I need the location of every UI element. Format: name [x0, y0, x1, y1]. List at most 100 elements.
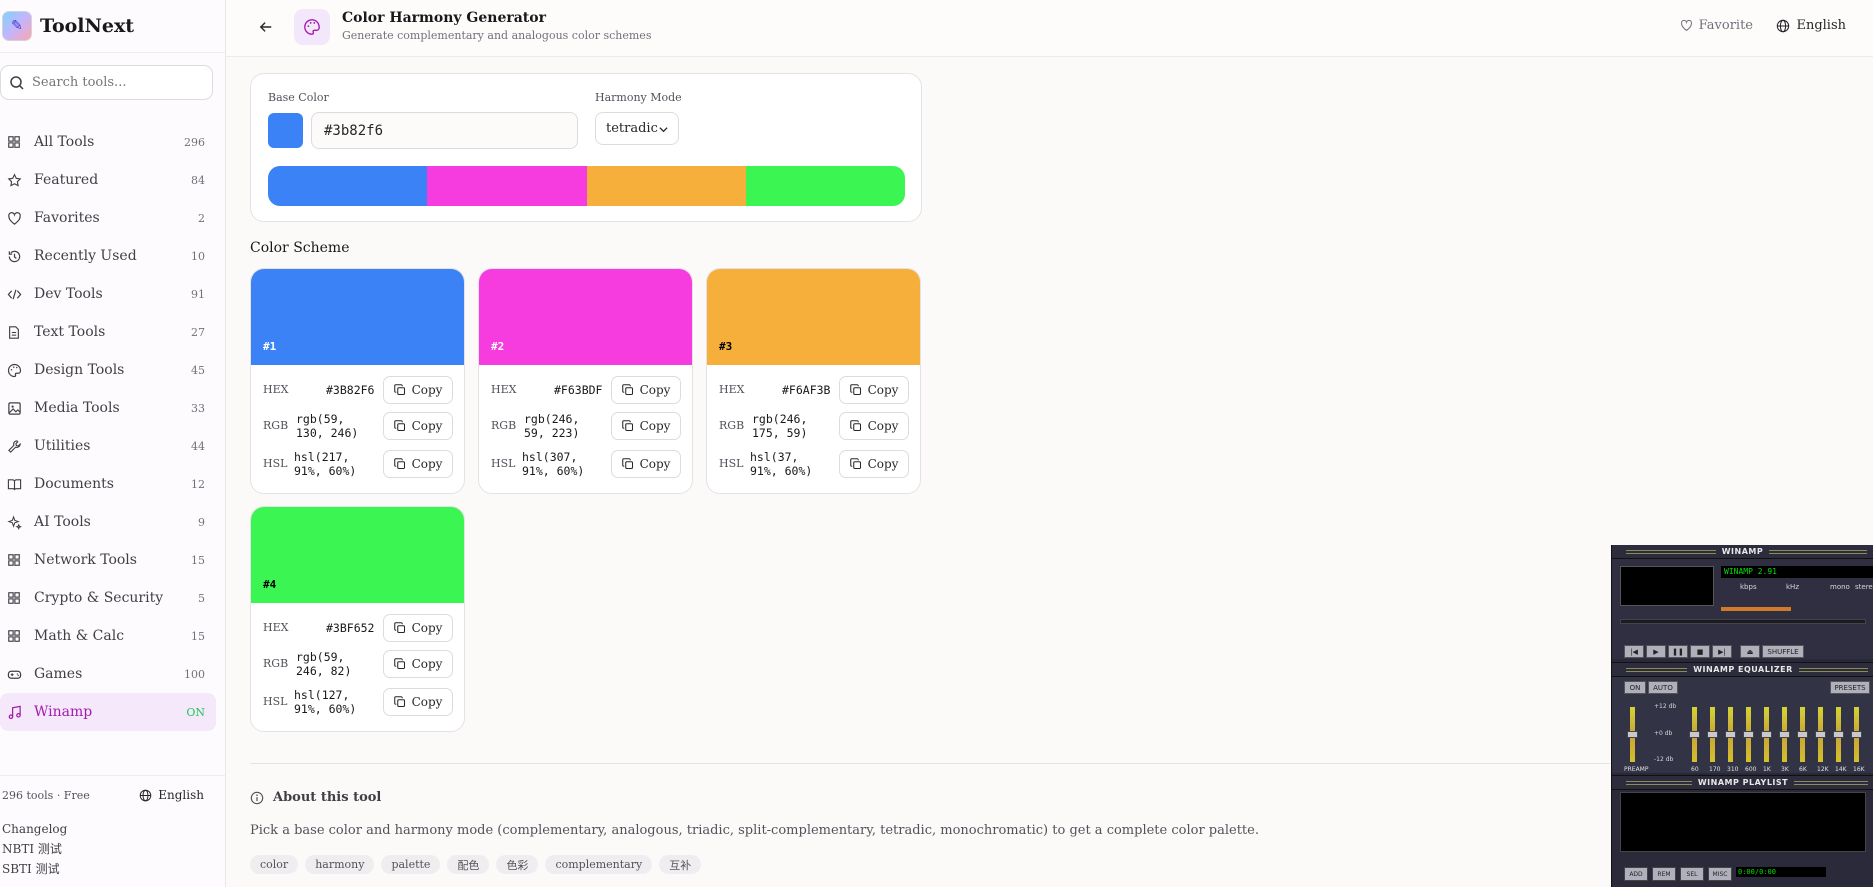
winamp-pause-button[interactable]: ❚❚: [1668, 645, 1688, 658]
winamp-eq-band-slider[interactable]: [1797, 707, 1808, 762]
favorite-button[interactable]: Favorite: [1680, 18, 1753, 33]
winamp-sel-button[interactable]: SEL: [1680, 867, 1704, 881]
sidebar-item-media-tools[interactable]: Media Tools 33: [0, 389, 216, 427]
winamp-eq-on-button[interactable]: ON: [1624, 681, 1646, 694]
winamp-rem-button[interactable]: REM: [1652, 867, 1676, 881]
winamp-eq-band-slider[interactable]: [1833, 707, 1844, 762]
winamp-eq-band-slider[interactable]: [1725, 707, 1736, 762]
harmony-mode-select[interactable]: tetradic: [595, 112, 679, 145]
sidebar-item-design-tools[interactable]: Design Tools 45: [0, 351, 216, 389]
search-input[interactable]: [32, 75, 202, 90]
winamp-eq-auto-button[interactable]: AUTO: [1648, 681, 1678, 694]
winamp-shuffle-button[interactable]: SHUFFLE: [1762, 645, 1804, 658]
copy-hex-button[interactable]: Copy: [383, 614, 453, 642]
winamp-display: WINAMP 2.91: [1721, 566, 1873, 578]
winamp-eq-presets-button[interactable]: PRESETS: [1830, 681, 1870, 694]
tag[interactable]: 色彩: [496, 855, 539, 874]
hsl-value: hsl(307, 91%, 60%): [522, 450, 585, 478]
copy-rgb-button[interactable]: Copy: [611, 412, 681, 440]
winamp-eq-band-slider[interactable]: [1815, 707, 1826, 762]
winamp-eq-db-top: +12 db: [1654, 703, 1677, 710]
language-button[interactable]: English: [1776, 18, 1846, 33]
heart-icon: [6, 210, 22, 226]
changelog-link[interactable]: Changelog: [2, 819, 226, 839]
winamp-add-button[interactable]: ADD: [1624, 867, 1648, 881]
sidebar-item-network-tools[interactable]: Network Tools 15: [0, 541, 216, 579]
brand[interactable]: ✎ ToolNext: [0, 0, 225, 53]
hex-value: #3B82F6: [326, 383, 375, 397]
sidebar-nav: All Tools 296 Featured 84 Favorites 2 Recently…: [0, 123, 216, 731]
copy-hsl-button[interactable]: Copy: [839, 450, 909, 478]
copy-hsl-button[interactable]: Copy: [611, 450, 681, 478]
winamp-eq-band-slider[interactable]: [1707, 707, 1718, 762]
copy-hex-button[interactable]: Copy: [839, 376, 909, 404]
search-box[interactable]: [0, 65, 213, 100]
sidebar-item-text-tools[interactable]: Text Tools 27: [0, 313, 216, 351]
winamp-eq-band-slider[interactable]: [1779, 707, 1790, 762]
tag[interactable]: complementary: [545, 855, 653, 874]
winamp-titlebar[interactable]: WINAMP: [1612, 545, 1873, 559]
color-swatch[interactable]: #4: [251, 507, 464, 603]
winamp-eq-band-slider[interactable]: [1743, 707, 1754, 762]
copy-rgb-button[interactable]: Copy: [383, 412, 453, 440]
hex-label: HEX: [263, 621, 289, 634]
book-icon: [6, 476, 22, 492]
sidebar-item-label: Utilities: [34, 438, 91, 454]
winamp-seek-bar[interactable]: [1620, 619, 1866, 624]
copy-hsl-button[interactable]: Copy: [383, 688, 453, 716]
copy-rgb-button[interactable]: Copy: [383, 650, 453, 678]
sidebar-item-featured[interactable]: Featured 84: [0, 161, 216, 199]
base-color-swatch[interactable]: [268, 113, 303, 148]
winamp-eq-band-slider[interactable]: [1851, 707, 1862, 762]
tag[interactable]: palette: [381, 855, 441, 874]
winamp-next-button[interactable]: ▶|: [1712, 645, 1732, 658]
winamp-stop-button[interactable]: ■: [1690, 645, 1710, 658]
sidebar-item-favorites[interactable]: Favorites 2: [0, 199, 216, 237]
sidebar-item-crypto-security[interactable]: Crypto & Security 5: [0, 579, 216, 617]
winamp-main: WINAMP 2.91 kbps kHz mono stereo |◀ ▶ ❚❚…: [1612, 559, 1873, 659]
copy-hsl-button[interactable]: Copy: [383, 450, 453, 478]
copy-hex-button[interactable]: Copy: [383, 376, 453, 404]
tag[interactable]: 互补: [659, 855, 702, 874]
winamp-prev-button[interactable]: |◀: [1624, 645, 1644, 658]
tag[interactable]: 配色: [447, 855, 490, 874]
hsl-label: HSL: [491, 457, 516, 470]
winamp-volume-slider[interactable]: [1721, 607, 1791, 611]
copy-rgb-button[interactable]: Copy: [839, 412, 909, 440]
sidebar-item-utilities[interactable]: Utilities 44: [0, 427, 216, 465]
color-swatch[interactable]: #2: [479, 269, 692, 365]
hex-row: HEX #3BF652 Copy: [251, 613, 464, 643]
copy-hex-button[interactable]: Copy: [611, 376, 681, 404]
winamp-player[interactable]: WINAMP WINAMP 2.91 kbps kHz mono stereo …: [1611, 545, 1873, 887]
winamp-eq-band-slider[interactable]: [1761, 707, 1772, 762]
sbti-link[interactable]: SBTI 测试: [2, 859, 226, 879]
back-button[interactable]: [256, 17, 276, 37]
winamp-eq-band-slider[interactable]: [1689, 707, 1700, 762]
winamp-misc-button[interactable]: MISC: [1708, 867, 1732, 881]
page-subtitle: Generate complementary and analogous col…: [342, 29, 652, 42]
winamp-preamp-slider[interactable]: [1627, 707, 1638, 762]
tag[interactable]: harmony: [305, 855, 375, 874]
sidebar-item-ai-tools[interactable]: AI Tools 9: [0, 503, 216, 541]
sidebar-item-documents[interactable]: Documents 12: [0, 465, 216, 503]
winamp-visualizer[interactable]: [1620, 566, 1714, 606]
winamp-eject-button[interactable]: ⏏: [1740, 645, 1760, 658]
sidebar-item-all-tools[interactable]: All Tools 296: [0, 123, 216, 161]
color-swatch[interactable]: #3: [707, 269, 920, 365]
winamp-playlist-titlebar[interactable]: WINAMP PLAYLIST: [1612, 776, 1873, 790]
palette-icon: [294, 9, 330, 45]
sidebar-item-dev-tools[interactable]: Dev Tools 91: [0, 275, 216, 313]
sidebar-item-games[interactable]: Games 100: [0, 655, 216, 693]
sidebar-language-button[interactable]: English: [139, 788, 204, 802]
base-color-input[interactable]: [311, 112, 578, 149]
sidebar-item-recently-used[interactable]: Recently Used 10: [0, 237, 216, 275]
winamp-play-button[interactable]: ▶: [1646, 645, 1666, 658]
color-swatch[interactable]: #1: [251, 269, 464, 365]
sidebar-item-math-calc[interactable]: Math & Calc 15: [0, 617, 216, 655]
palette-bar-segment: [427, 166, 587, 206]
tag[interactable]: color: [250, 855, 299, 874]
winamp-eq-titlebar[interactable]: WINAMP EQUALIZER: [1612, 663, 1873, 677]
winamp-playlist-area[interactable]: [1620, 792, 1866, 852]
sidebar-item-winamp[interactable]: Winamp ON: [0, 693, 216, 731]
nbti-link[interactable]: NBTI 测试: [2, 839, 226, 859]
